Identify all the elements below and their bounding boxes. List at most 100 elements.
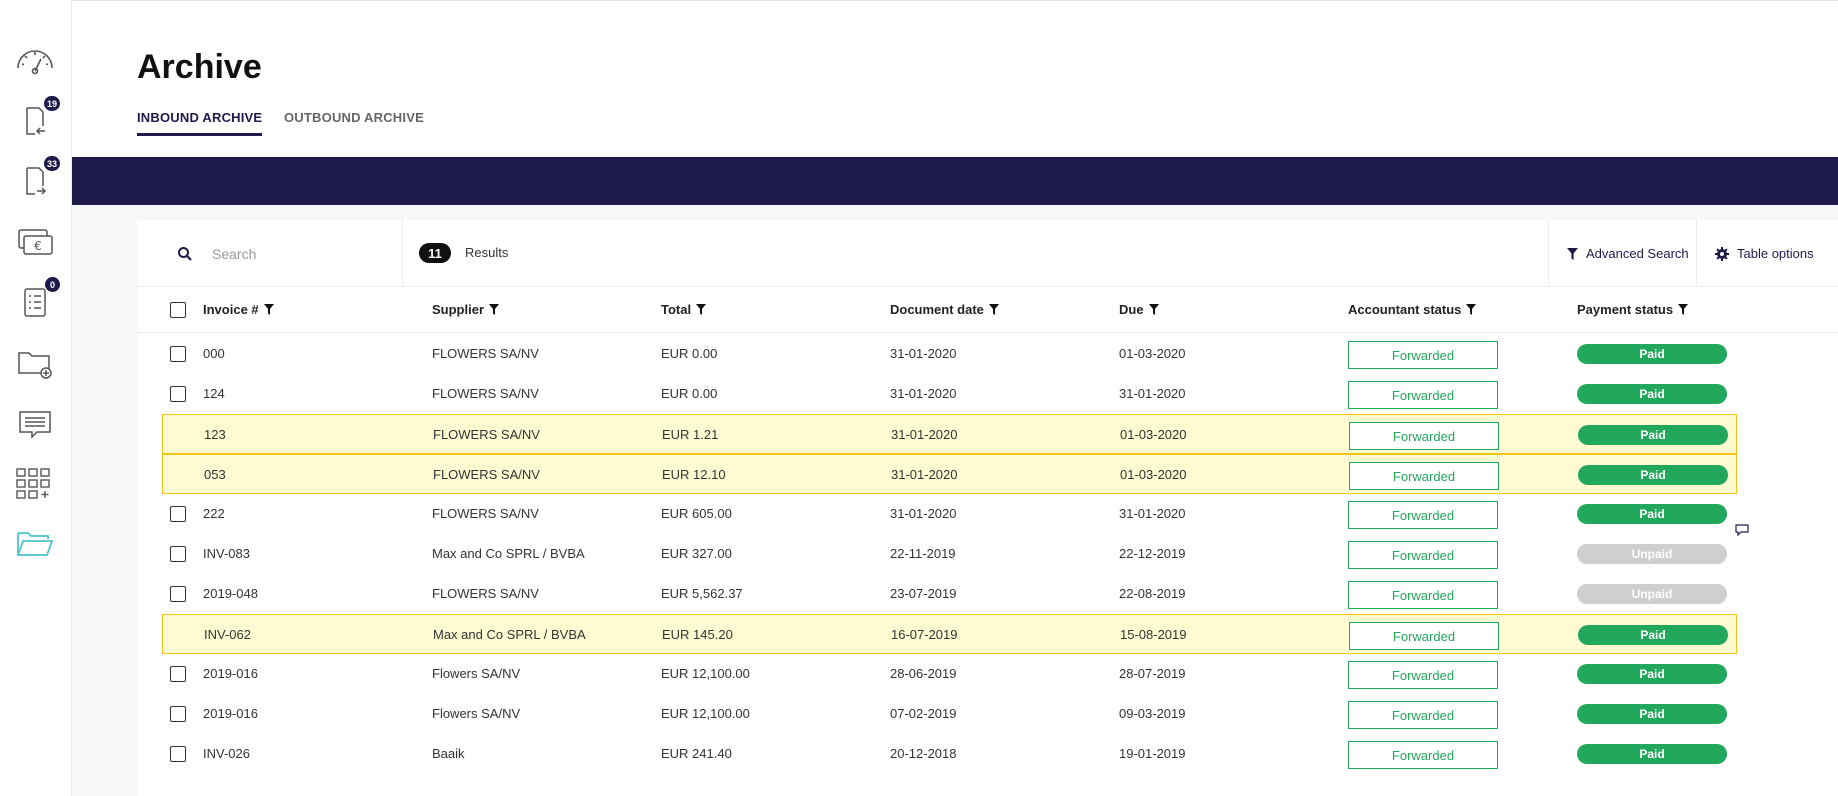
accountant-status-badge: Forwarded [1349,622,1499,650]
filter-icon[interactable] [263,304,274,315]
filter-icon[interactable] [489,304,500,315]
column-header-invoice[interactable]: Invoice # [203,302,274,317]
accountant-status-badge: Forwarded [1348,501,1498,529]
cell-invoice-number: 053 [204,467,226,482]
table-row[interactable]: 053 FLOWERS SA/NV EUR 12.10 31-01-2020 01-03… [162,454,1737,494]
cell-total: EUR 12,100.00 [661,666,750,681]
dashboard-gauge-icon[interactable] [14,39,56,81]
cell-supplier: Flowers SA/NV [432,666,521,681]
column-header-payment-status[interactable]: Payment status [1577,302,1689,317]
comment-icon[interactable] [1735,524,1749,536]
cell-due-date: 31-01-2020 [1119,506,1186,521]
table-options-button[interactable]: Table options [1696,220,1838,287]
cell-supplier: FLOWERS SA/NV [432,586,539,601]
advanced-search-button[interactable]: Advanced Search [1548,220,1696,287]
column-header-total[interactable]: Total [661,302,707,317]
column-header-due[interactable]: Due [1119,302,1159,317]
table-row[interactable]: 124 FLOWERS SA/NV EUR 0.00 31-01-2020 31-01-… [162,374,1737,414]
payments-euro-icon[interactable]: € [14,221,56,263]
filter-icon[interactable] [696,304,707,315]
table-row[interactable]: INV-026 Baaik EUR 241.40 20-12-2018 19-01-20… [162,734,1737,774]
accountant-status-badge: Forwarded [1348,541,1498,569]
table-row[interactable]: INV-083 Max and Co SPRL / BVBA EUR 327.00 2… [162,534,1737,574]
checklist-count-badge: 0 [45,277,60,292]
filter-icon[interactable] [1466,304,1477,315]
cell-invoice-number: INV-062 [204,627,251,642]
accountant-status-badge: Forwarded [1349,422,1499,450]
apps-grid-icon[interactable] [14,462,56,504]
cell-total: EUR 0.00 [661,346,718,361]
cell-due-date: 22-12-2019 [1119,546,1186,561]
cell-total: EUR 5,562.37 [661,586,743,601]
tab-inbound-archive[interactable]: INBOUND ARCHIVE [137,110,263,136]
payment-status-badge: Paid [1577,384,1727,404]
table-row[interactable]: 2019-048 FLOWERS SA/NV EUR 5,562.37 23-07-2… [162,574,1737,614]
table-row[interactable]: 123 FLOWERS SA/NV EUR 1.21 31-01-2020 01-03-… [162,414,1737,454]
payment-status-badge: Paid [1578,425,1728,445]
cell-document-date: 16-07-2019 [891,627,958,642]
cell-document-date: 31-01-2020 [891,427,958,442]
cell-supplier: FLOWERS SA/NV [432,346,539,361]
payment-status-badge: Unpaid [1577,584,1727,604]
accountant-status-badge: Forwarded [1348,741,1498,769]
cell-due-date: 09-03-2019 [1119,706,1186,721]
outbound-documents-icon[interactable]: 33 [14,156,60,202]
cell-document-date: 31-01-2020 [890,346,957,361]
table-row[interactable]: 2019-016 Flowers SA/NV EUR 12,100.00 28-06-… [162,654,1737,694]
cell-document-date: 07-02-2019 [890,706,957,721]
accountant-status-badge: Forwarded [1348,701,1498,729]
cell-document-date: 23-07-2019 [890,586,957,601]
cell-invoice-number: 000 [203,346,225,361]
filter-icon[interactable] [988,304,999,315]
cell-total: EUR 0.00 [661,386,718,401]
payment-status-badge: Paid [1577,744,1727,764]
inbound-documents-icon[interactable]: 19 [14,96,60,142]
cell-invoice-number: 2019-016 [203,666,258,681]
table-row[interactable]: 000 FLOWERS SA/NV EUR 0.00 31-01-2020 01-03-… [162,334,1737,374]
table-header: Invoice # Supplier Total Document date D… [137,287,1838,333]
cell-invoice-number: 2019-048 [203,586,258,601]
column-header-supplier[interactable]: Supplier [432,302,500,317]
accountant-status-badge: Forwarded [1349,462,1499,490]
cell-document-date: 31-01-2020 [891,467,958,482]
filter-icon[interactable] [1148,304,1159,315]
cell-due-date: 19-01-2019 [1119,746,1186,761]
folder-add-icon[interactable] [14,342,56,384]
select-all-checkbox[interactable] [170,302,186,318]
cell-document-date: 31-01-2020 [890,386,957,401]
payment-status-badge: Unpaid [1577,544,1727,564]
filter-icon[interactable] [1678,304,1689,315]
outbound-count-badge: 33 [43,156,60,171]
cell-total: EUR 1.21 [662,427,719,442]
table-row[interactable]: INV-062 Max and Co SPRL / BVBA EUR 145.20 1… [162,614,1737,654]
archive-panel: 11 Results Advanced Search Table options… [137,220,1838,796]
cell-invoice-number: INV-083 [203,546,250,561]
accountant-status-badge: Forwarded [1348,341,1498,369]
payment-status-badge: Paid [1577,704,1727,724]
cell-total: EUR 241.40 [661,746,732,761]
inbound-count-badge: 19 [43,96,60,111]
cell-document-date: 31-01-2020 [890,506,957,521]
cell-due-date: 28-07-2019 [1119,666,1186,681]
checklist-icon[interactable]: 0 [14,277,60,323]
search-input[interactable] [212,242,382,266]
payment-status-badge: Paid [1577,664,1727,684]
table-row[interactable]: 2019-016 Flowers SA/NV EUR 12,100.00 07-02-… [162,694,1737,734]
payment-status-badge: Paid [1577,504,1727,524]
results-count-badge: 11 [419,243,451,263]
column-header-accountant-status[interactable]: Accountant status [1348,302,1477,317]
archive-folder-icon[interactable] [14,522,56,564]
cell-supplier: FLOWERS SA/NV [432,386,539,401]
cell-due-date: 01-03-2020 [1119,346,1186,361]
header-banner [72,157,1838,205]
tab-outbound-archive[interactable]: OUTBOUND ARCHIVE [284,110,424,133]
cell-invoice-number: 123 [204,427,226,442]
accountant-status-badge: Forwarded [1348,381,1498,409]
column-header-document-date[interactable]: Document date [890,302,999,317]
accountant-status-badge: Forwarded [1348,581,1498,609]
messages-icon[interactable] [14,402,56,444]
search-icon [178,247,192,261]
table-row[interactable]: 222 FLOWERS SA/NV EUR 605.00 31-01-2020 31-0… [162,494,1737,534]
cell-document-date: 20-12-2018 [890,746,957,761]
cell-supplier: FLOWERS SA/NV [432,506,539,521]
